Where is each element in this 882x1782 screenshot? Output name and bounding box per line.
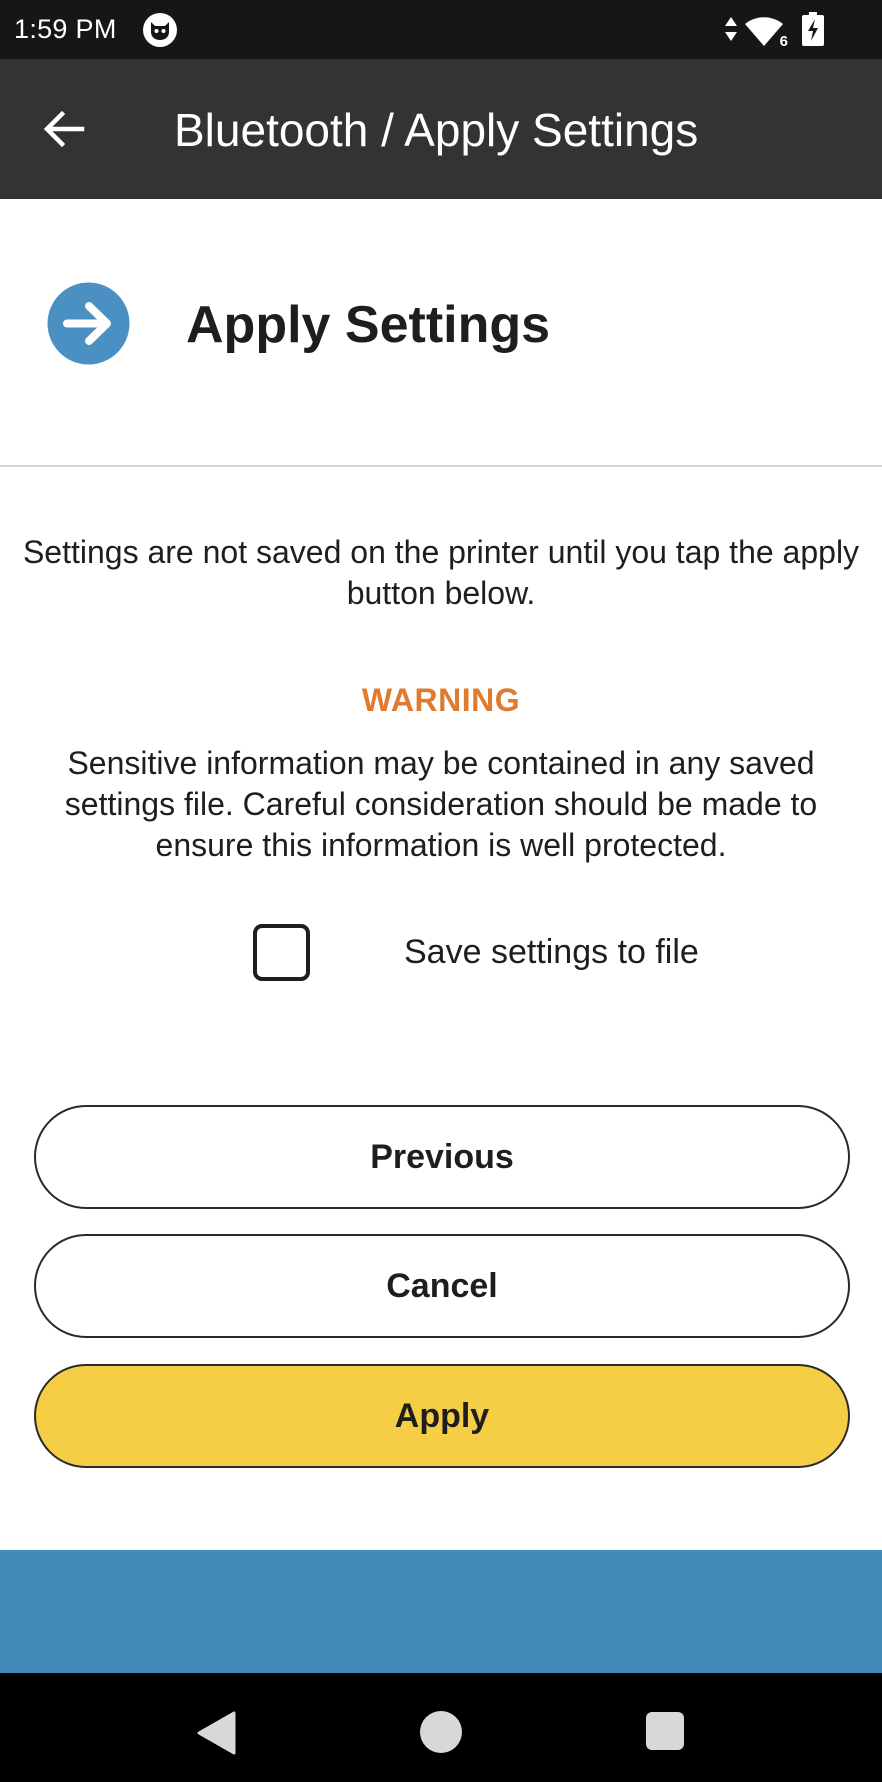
data-arrows-icon xyxy=(724,15,738,48)
status-time: 1:59 PM xyxy=(14,14,117,44)
arrow-right-circle-icon xyxy=(47,282,130,365)
status-icons: 6 xyxy=(724,12,824,51)
battery-charging-icon xyxy=(802,12,824,51)
save-settings-checkbox-row[interactable]: Save settings to file xyxy=(253,923,699,981)
warning-title: WARNING xyxy=(361,682,521,718)
apply-settings-screen: 1:59 PM 6 Bluetooth / Apply Settings App… xyxy=(0,0,882,1782)
wifi-icon: 6 xyxy=(744,16,790,50)
nav-back-icon[interactable] xyxy=(196,1711,236,1760)
nav-home-icon[interactable] xyxy=(420,1711,462,1753)
previous-button[interactable]: Previous xyxy=(34,1105,850,1209)
warning-text: Sensitive information may be contained i… xyxy=(64,745,818,863)
nav-recents-icon[interactable] xyxy=(646,1712,684,1750)
intro-text: Settings are not saved on the printer un… xyxy=(22,534,860,611)
navigation-bar xyxy=(0,1673,882,1782)
network-label: 6 xyxy=(777,32,790,50)
cat-icon xyxy=(142,12,177,47)
footer-band xyxy=(0,1550,882,1673)
apply-button[interactable]: Apply xyxy=(34,1364,850,1468)
save-settings-label: Save settings to file xyxy=(404,932,699,971)
app-bar: Bluetooth / Apply Settings xyxy=(0,59,882,199)
save-settings-checkbox[interactable] xyxy=(253,923,310,981)
app-title: Bluetooth / Apply Settings xyxy=(174,104,699,156)
arrow-left-icon[interactable] xyxy=(40,105,88,153)
cancel-button[interactable]: Cancel xyxy=(34,1234,850,1338)
section-header: Apply Settings xyxy=(0,199,882,467)
status-bar: 1:59 PM 6 xyxy=(0,0,882,59)
section-title: Apply Settings xyxy=(186,296,551,354)
